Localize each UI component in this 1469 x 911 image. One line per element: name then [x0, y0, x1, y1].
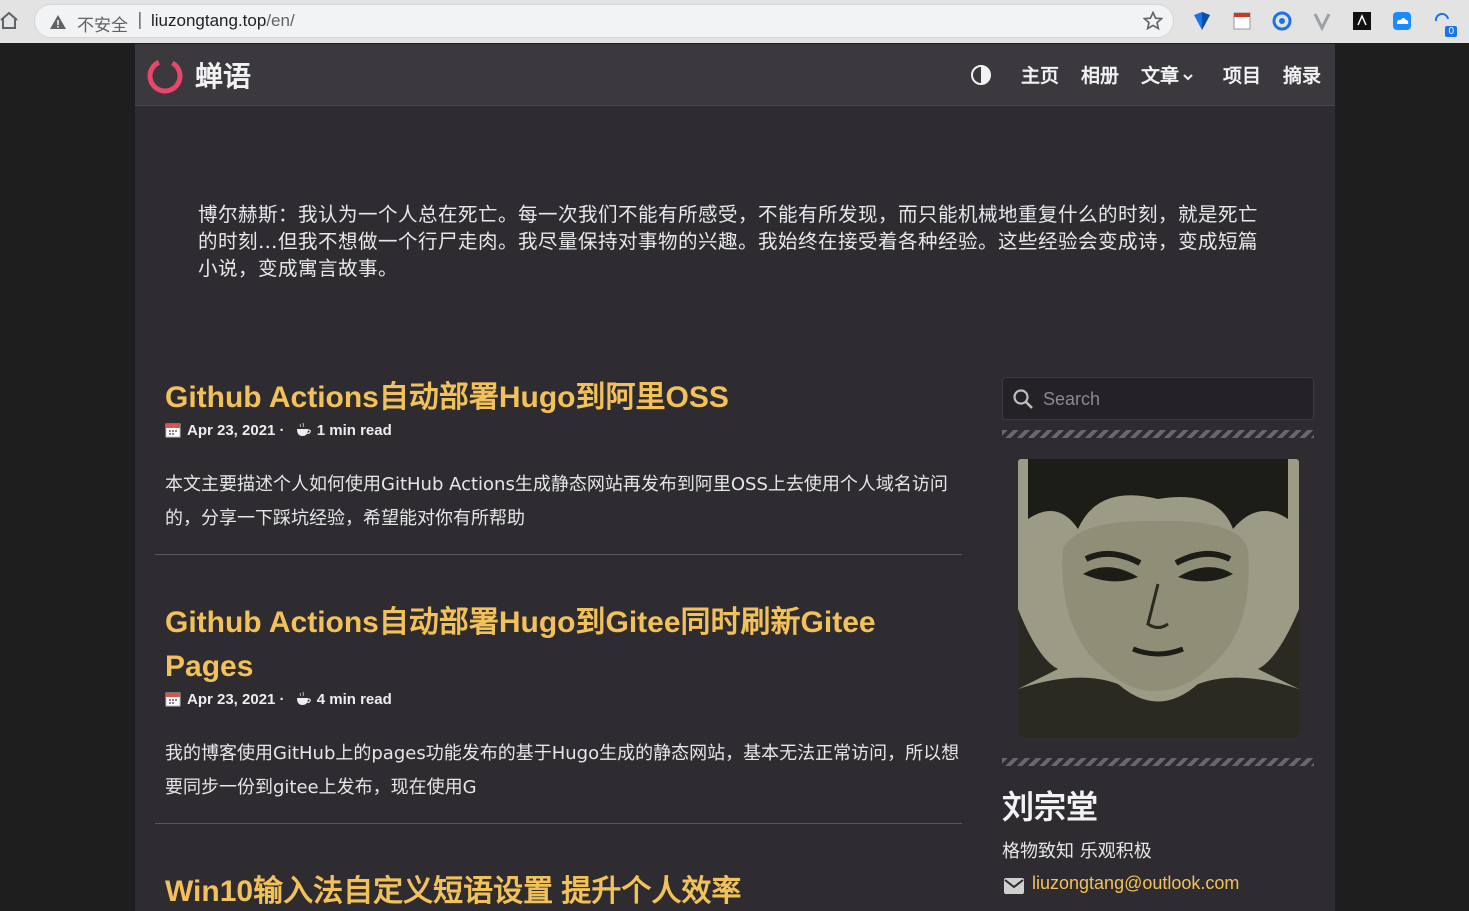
extension-v-icon[interactable]: [1311, 10, 1333, 32]
sidebar-divider: [1002, 430, 1314, 438]
extension-circle-icon[interactable]: [1271, 10, 1293, 32]
post-item: Github Actions自动部署Hugo到Gitee同时刷新Gitee Pa…: [155, 601, 962, 824]
post-meta: Apr 23, 2021 · 1 min read: [155, 422, 962, 444]
calendar-icon: [165, 423, 181, 438]
security-label[interactable]: 不安全: [77, 11, 128, 36]
nav-projects[interactable]: 项目: [1223, 61, 1261, 88]
url-path: /en/: [266, 11, 295, 30]
post-summary: 本文主要描述个人如何使用GitHub Actions生成静态网站再发布到阿里OS…: [165, 474, 948, 529]
hero-quote: 博尔赫斯：我认为一个人总在死亡。每一次我们不能有所感受，不能有所发现，而只能机械…: [198, 203, 1259, 280]
theme-toggle-icon[interactable]: [970, 64, 992, 86]
post-read-time: 1 min read: [316, 422, 392, 439]
nav-articles-label: 文章: [1141, 65, 1180, 87]
extension-sync[interactable]: 0: [1431, 10, 1457, 37]
logo-icon[interactable]: [145, 56, 185, 96]
chevron-down-icon: [1183, 73, 1193, 80]
search-icon: [1013, 389, 1033, 409]
coffee-icon: [296, 691, 311, 705]
nav-album[interactable]: 相册: [1081, 61, 1119, 88]
post-date: Apr 23, 2021 ·: [187, 422, 285, 439]
mail-icon: [1004, 878, 1024, 894]
extension-diamond-icon[interactable]: [1191, 10, 1213, 32]
nav-articles[interactable]: 文章: [1141, 61, 1194, 88]
post-meta: Apr 23, 2021 · 4 min read: [155, 691, 962, 713]
author-bio: 格物致知 乐观积极: [1002, 841, 1152, 862]
star-icon[interactable]: [1143, 11, 1163, 31]
sidebar-divider: [1002, 758, 1314, 766]
browser-toolbar: 不安全 | liuzongtang.top/en/ 0: [0, 0, 1469, 43]
post-divider: [155, 823, 962, 824]
post-summary: 我的博客使用GitHub上的pages功能发布的基于Hugo生成的静态网站，基本…: [165, 743, 960, 798]
extension-badge: 0: [1445, 26, 1457, 37]
search-box[interactable]: [1002, 377, 1314, 420]
author-name: 刘宗堂: [1002, 788, 1099, 826]
url-host: liuzongtang.top: [151, 11, 267, 30]
address-bar[interactable]: 不安全 | liuzongtang.top/en/: [34, 4, 1174, 38]
url-separator: |: [137, 10, 143, 30]
extension-cloud-icon[interactable]: [1391, 10, 1413, 32]
post-item: Github Actions自动部署Hugo到阿里OSS Apr 23, 202…: [155, 376, 962, 555]
post-title[interactable]: Github Actions自动部署Hugo到Gitee同时刷新Gitee Pa…: [155, 601, 962, 689]
warning-icon[interactable]: [49, 13, 67, 31]
website: 蝉语 主页 相册 文章 项目 摘录 博尔赫斯：我认为一个人总在死亡。每一次我们不…: [135, 44, 1335, 911]
post-date: Apr 23, 2021 ·: [187, 691, 285, 708]
extension-dark-icon[interactable]: [1351, 10, 1373, 32]
coffee-icon: [296, 422, 311, 436]
avatar[interactable]: [1018, 459, 1299, 737]
home-icon[interactable]: [0, 10, 18, 30]
post-divider: [155, 554, 962, 555]
site-navbar: 蝉语 主页 相册 文章 项目 摘录: [135, 44, 1335, 106]
calendar-icon: [165, 692, 181, 707]
extension-calendar-icon[interactable]: [1231, 10, 1253, 32]
search-input[interactable]: [1043, 385, 1303, 413]
url-text[interactable]: liuzongtang.top/en/: [151, 11, 295, 31]
nav-home[interactable]: 主页: [1021, 61, 1059, 88]
post-title[interactable]: Github Actions自动部署Hugo到阿里OSS: [155, 376, 962, 420]
post-read-time: 4 min read: [316, 691, 392, 708]
author-email-link[interactable]: liuzongtang@outlook.com: [1032, 873, 1239, 894]
site-logo-text[interactable]: 蝉语: [195, 55, 251, 95]
post-title[interactable]: Win10输入法自定义短语设置 提升个人效率: [155, 870, 962, 911]
nav-excerpts[interactable]: 摘录: [1283, 61, 1321, 88]
post-item: Win10输入法自定义短语设置 提升个人效率: [155, 870, 962, 911]
